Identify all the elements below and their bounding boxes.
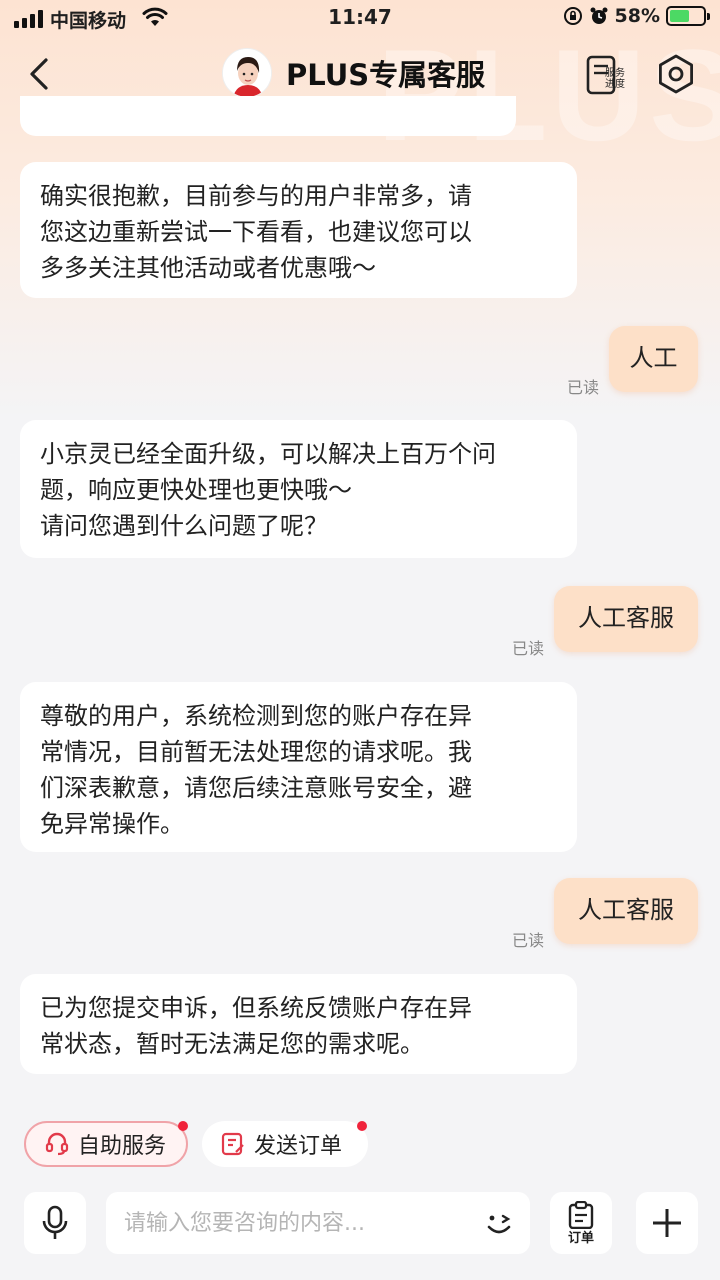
battery-percent: 58% [614, 5, 660, 27]
agent-message: 尊敬的用户，系统检测到您的账户存在异 常情况，目前暂无法处理您的请求呢。我 们深… [20, 682, 577, 852]
service-progress-button[interactable]: 服务 进度 [584, 54, 628, 98]
user-message: 人工客服 [554, 586, 698, 652]
progress-label-1: 服务 [605, 66, 625, 79]
status-bar: 中国移动 11:47 58% [0, 0, 720, 38]
send-order-label: 发送订单 [254, 1134, 343, 1159]
message-input-box [106, 1192, 530, 1254]
agent-message: 小京灵已经全面升级，可以解决上百万个问 题，响应更快处理也更快哦～ 请问您遇到什… [20, 420, 577, 558]
alarm-icon [590, 7, 608, 24]
read-status: 已读 [512, 639, 545, 658]
service-progress-icon: 服务 进度 [586, 55, 625, 95]
order-button-label: 订单 [567, 1230, 594, 1246]
agent-message-text: 尊敬的用户，系统检测到您的账户存在异 常情况，目前暂无法处理您的请求呢。我 们深… [40, 702, 472, 838]
read-status: 已读 [567, 378, 600, 397]
microphone-icon [42, 1205, 68, 1239]
rotation-lock-icon [563, 7, 582, 25]
back-icon[interactable] [22, 54, 58, 94]
voice-button[interactable] [24, 1192, 86, 1254]
user-message-text: 人工客服 [578, 604, 674, 632]
read-status: 已读 [512, 931, 545, 950]
order-clipboard-icon [568, 1200, 594, 1229]
message-bubble-partial [20, 96, 516, 136]
send-order-chip[interactable]: 发送订单 [202, 1121, 368, 1167]
order-button[interactable]: 订单 [550, 1192, 612, 1254]
self-service-chip[interactable]: 自助服务 [24, 1121, 188, 1167]
emoji-icon[interactable] [482, 1206, 516, 1240]
user-message-text: 人工客服 [578, 896, 674, 924]
self-service-label: 自助服务 [78, 1134, 167, 1159]
agent-avatar [222, 48, 272, 98]
plus-icon [653, 1209, 681, 1237]
battery-icon [666, 6, 710, 26]
agent-message: 已为您提交申诉，但系统反馈账户存在异 常状态，暂时无法满足您的需求呢。 [20, 974, 577, 1074]
notification-dot [178, 1121, 188, 1131]
agent-message: 确实很抱歉，目前参与的用户非常多，请 您这边重新尝试一下看看，也建议您可以 多多… [20, 162, 577, 298]
user-message-text: 人工 [629, 344, 678, 372]
order-edit-icon [221, 1132, 244, 1156]
settings-icon[interactable] [654, 52, 698, 96]
user-message: 人工客服 [554, 878, 698, 944]
agent-message-text: 已为您提交申诉，但系统反馈账户存在异 常状态，暂时无法满足您的需求呢。 [40, 994, 472, 1058]
notification-dot [357, 1121, 367, 1131]
agent-message-text: 小京灵已经全面升级，可以解决上百万个问 题，响应更快处理也更快哦～ 请问您遇到什… [40, 440, 496, 540]
page-title: PLUS专属客服 [286, 58, 486, 92]
more-button[interactable] [636, 1192, 698, 1254]
progress-label-2: 进度 [605, 77, 625, 90]
message-input[interactable] [124, 1206, 464, 1240]
user-message: 人工 [609, 326, 698, 392]
headset-icon [45, 1132, 69, 1156]
agent-message-text: 确实很抱歉，目前参与的用户非常多，请 您这边重新尝试一下看看，也建议您可以 多多… [40, 182, 472, 282]
input-bar: 订单 [0, 1188, 720, 1264]
